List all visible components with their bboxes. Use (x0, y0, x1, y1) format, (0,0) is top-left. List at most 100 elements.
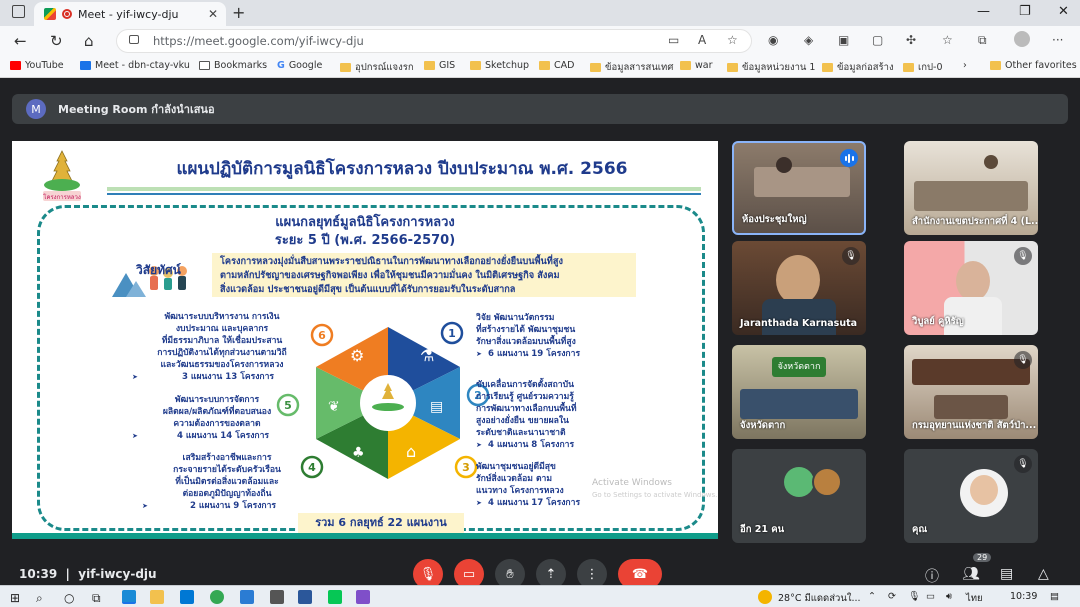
tray-overflow-icon[interactable]: ⌃ (868, 591, 876, 602)
participant-tile[interactable]: จังหวัดตาก จังหวัดตาก (732, 345, 866, 439)
keyboard-language[interactable]: ไทย (966, 591, 983, 606)
profile-avatar[interactable] (1014, 31, 1030, 47)
chrome-icon[interactable] (210, 590, 224, 604)
people-icon[interactable]: 👥︎ (962, 566, 980, 582)
self-tile[interactable]: 🎙︎ คุณ (904, 449, 1038, 543)
bookmark-folder-1[interactable]: อุปกรณ์แจงรก (340, 60, 414, 75)
extension-icon-3[interactable]: ▣ (838, 33, 849, 47)
restore-button[interactable]: ❐ (1019, 4, 1031, 19)
meet-favicon-icon (44, 8, 56, 20)
app-icon-2[interactable] (356, 590, 370, 604)
file-explorer-icon[interactable] (150, 590, 164, 604)
close-tab-icon[interactable]: ✕ (208, 7, 218, 21)
new-tab-button[interactable]: + (232, 3, 245, 22)
participant-name: กรมอุทยานแห่งชาติ สัตว์ป่า... (912, 420, 1037, 431)
bookmark-folder-info[interactable]: ข้อมูลสารสนเทศ (590, 60, 673, 75)
bookmark-folder-kp[interactable]: เกป-0 (903, 60, 943, 75)
mic-tray-icon[interactable]: 🎙︎ (908, 591, 920, 602)
bookmark-folder-war[interactable]: war (680, 60, 713, 71)
mail-icon[interactable] (180, 590, 194, 604)
windows-start-icon[interactable]: ⊞ (10, 591, 20, 605)
cortana-icon[interactable]: ○ (64, 591, 74, 605)
sync-icon[interactable]: ⟳ (888, 591, 896, 602)
app-icon[interactable] (270, 590, 284, 604)
network-icon[interactable]: ▭ (926, 591, 935, 602)
participant-tile[interactable]: สำนักงานเขตประกาศที่ 4 (L.. (904, 141, 1038, 235)
bookmark-folder-gis[interactable]: GIS (424, 60, 455, 71)
favorite-star-icon[interactable]: ☆ (727, 33, 738, 47)
folder-icon (340, 63, 351, 72)
vision-statement: โครงการหลวงมุ่งมั่นสืบสานพระราชปณิธานในก… (212, 253, 636, 297)
bookmark-meet[interactable]: Meet - dbn-ctay-vku (80, 60, 190, 71)
participant-tile[interactable]: ห้องประชุมใหญ่ (732, 141, 866, 235)
reload-icon[interactable]: ↻ (50, 32, 63, 50)
collections-icon[interactable]: ⧉ (978, 33, 987, 48)
store-icon[interactable] (240, 590, 254, 604)
search-icon[interactable]: ⌕ (36, 591, 43, 606)
extension-icon-2[interactable]: ◈ (804, 33, 813, 47)
activities-icon[interactable]: △ (1038, 566, 1049, 582)
meet-stage: M Meeting Room กำลังนำเสนอ โครงการหลวง แ… (0, 79, 1080, 607)
weather-text[interactable]: 28°C มีแดดส่วนใ... (778, 591, 861, 606)
title-underline (107, 187, 701, 191)
strategy-6-text: พัฒนาระบบบริหารงาน การเงิน งบประมาณ และบ… (132, 311, 312, 383)
camera-in-use-icon[interactable]: ▭ (668, 33, 679, 47)
participant-name: สำนักงานเขตประกาศที่ 4 (L.. (912, 216, 1038, 227)
bookmark-folder-sketchup[interactable]: Sketchup (470, 60, 529, 71)
bookmark-google[interactable]: G Google (277, 60, 322, 71)
bookmark-youtube[interactable]: YouTube (10, 60, 64, 71)
bookmark-bookmarks[interactable]: Bookmarks (199, 60, 267, 71)
slide-title: แผนปฏิบัติการมูลนิธิโครงการหลวง ปีงบประม… (176, 159, 628, 179)
extension-icon-4[interactable]: ▢ (872, 33, 883, 47)
extensions-icon[interactable]: ✣ (906, 33, 916, 47)
participant-name: Jaranthada Karnasuta (740, 318, 858, 329)
close-window-button[interactable]: ✕ (1058, 4, 1069, 19)
plant-hand-icon: ♣ (352, 445, 365, 461)
edge-taskbar-icon[interactable] (122, 590, 136, 604)
presenting-bar: M Meeting Room กำลังนำเสนอ (12, 94, 1068, 124)
bookmark-folder-construction[interactable]: ข้อมูลก่อสร้าง (822, 60, 894, 75)
word-icon[interactable] (298, 590, 312, 604)
speaking-indicator-icon (840, 149, 858, 167)
chat-icon[interactable]: ▤ (1000, 566, 1013, 582)
others-avatar-1 (784, 467, 814, 497)
url-text: https://meet.google.com/yif-iwcy-dju (153, 34, 364, 48)
bookmarks-overflow-icon[interactable]: › (963, 60, 967, 71)
folder-icon (822, 63, 833, 72)
task-view-icon[interactable]: ⧉ (92, 591, 101, 606)
weather-icon (758, 590, 772, 604)
participant-tile[interactable]: 🎙︎ วิบูลย์ คูหิรัญ (904, 241, 1038, 335)
meeting-info-icon[interactable]: ⓘ (925, 566, 939, 586)
favorites-icon[interactable]: ☆ (942, 33, 953, 47)
line-icon[interactable] (328, 590, 342, 604)
folder-icon (990, 61, 1001, 70)
others-tile[interactable]: อีก 21 คน (732, 449, 866, 543)
participant-name: ห้องประชุมใหญ่ (742, 214, 807, 225)
home-icon[interactable]: ⌂ (84, 32, 94, 50)
back-icon[interactable]: ← (14, 32, 27, 50)
notifications-icon[interactable]: ▤ (1050, 591, 1059, 602)
tab-meet[interactable]: Meet - yif-iwcy-dju ✕ (34, 2, 226, 26)
gears-icon: ⚙ (350, 346, 364, 365)
participant-tile[interactable]: 🎙︎ กรมอุทยานแห่งชาติ สัตว์ป่า... (904, 345, 1038, 439)
more-menu-icon[interactable]: ··· (1052, 33, 1063, 47)
bookmark-other-favorites[interactable]: Other favorites (990, 60, 1077, 71)
read-aloud-icon[interactable]: A (698, 33, 706, 47)
others-count: อีก 21 คน (740, 524, 785, 535)
meet-icon (80, 61, 91, 70)
royal-project-logo: โครงการหลวง (43, 150, 81, 201)
lock-icon (129, 35, 139, 44)
minimize-button[interactable]: — (977, 4, 990, 19)
url-field[interactable]: https://meet.google.com/yif-iwcy-dju (116, 29, 752, 53)
google-icon: G (277, 60, 285, 71)
extension-icon[interactable]: ◉ (768, 33, 778, 47)
bookmarks-bar: YouTube Meet - dbn-ctay-vku Bookmarks GG… (0, 56, 1080, 78)
window-menu-icon[interactable] (12, 5, 25, 18)
volume-icon[interactable]: 🔊︎ (946, 591, 952, 602)
bookmark-folder-unit[interactable]: ข้อมูลหน่วยงาน 1 (727, 60, 815, 75)
bookmark-folder-cad[interactable]: CAD (539, 60, 574, 71)
logo-text: โครงการหลวง (43, 193, 81, 201)
meeting-clock: 10:39 | yif-iwcy-dju (19, 567, 157, 581)
participant-tile[interactable]: 🎙︎ Jaranthada Karnasuta (732, 241, 866, 335)
taskbar-clock[interactable]: 10:39 (1010, 591, 1037, 602)
